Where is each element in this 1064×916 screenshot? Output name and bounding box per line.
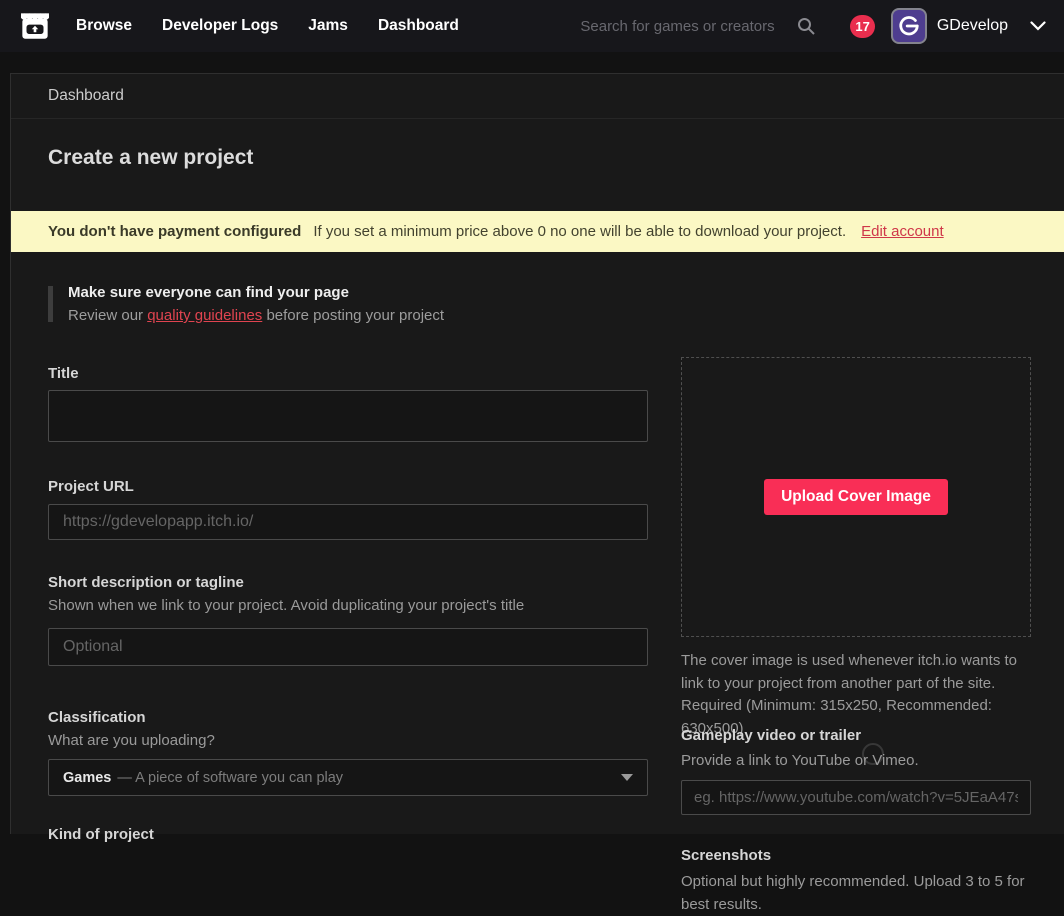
breadcrumb-dashboard[interactable]: Dashboard	[48, 87, 124, 105]
main-container: Dashboard Create a new project You don't…	[10, 73, 1064, 834]
nav-link-jams[interactable]: Jams	[308, 17, 348, 35]
callout-text-before: Review our	[68, 307, 147, 324]
form-left-column: Make sure everyone can find your page Re…	[48, 284, 648, 324]
nav-link-browse[interactable]: Browse	[76, 17, 132, 35]
classification-label: Classification	[48, 709, 146, 726]
classification-help: What are you uploading?	[48, 732, 215, 749]
cursor-ring	[862, 743, 884, 765]
callout-subtitle: Review our quality guidelines before pos…	[68, 307, 648, 324]
chevron-down-icon[interactable]	[1030, 21, 1046, 31]
user-name[interactable]: GDevelop	[937, 17, 1008, 35]
nav-link-developer-logs[interactable]: Developer Logs	[162, 17, 278, 35]
title-label: Title	[48, 365, 79, 382]
itchio-logo-icon[interactable]	[18, 9, 52, 43]
quality-guidelines-link[interactable]: quality guidelines	[147, 307, 262, 324]
payment-warning-banner: You don't have payment configured If you…	[11, 211, 1064, 252]
short-description-label: Short description or tagline	[48, 574, 244, 591]
title-input[interactable]	[48, 390, 648, 442]
short-description-help: Shown when we link to your project. Avoi…	[48, 597, 524, 614]
callout-title: Make sure everyone can find your page	[68, 284, 648, 301]
callout-text-after: before posting your project	[262, 307, 444, 324]
nav-right: 17 GDevelop	[580, 8, 1064, 44]
classification-select[interactable]: Games — A piece of software you can play	[48, 759, 648, 796]
classification-value: Games	[63, 770, 111, 786]
nav-links: Browse Developer Logs Jams Dashboard	[76, 17, 459, 35]
gameplay-video-label: Gameplay video or trailer	[681, 727, 861, 744]
banner-message: If you set a minimum price above 0 no on…	[313, 223, 846, 240]
edit-account-link[interactable]: Edit account	[861, 223, 944, 240]
nav-link-dashboard[interactable]: Dashboard	[378, 17, 459, 35]
user-avatar[interactable]	[891, 8, 927, 44]
banner-bold-text: You don't have payment configured	[48, 223, 301, 240]
search-icon[interactable]	[796, 16, 816, 36]
callout-bar	[48, 286, 53, 322]
search-input[interactable]	[580, 18, 790, 35]
classification-value-description: — A piece of software you can play	[117, 770, 343, 786]
notification-badge[interactable]: 17	[850, 15, 874, 38]
gdevelop-logo-icon	[898, 15, 920, 37]
upload-cover-image-button[interactable]: Upload Cover Image	[764, 479, 948, 515]
select-caret-icon	[621, 774, 633, 781]
project-url-input[interactable]	[48, 504, 648, 540]
gameplay-video-input[interactable]	[681, 780, 1031, 815]
project-url-label: Project URL	[48, 478, 134, 495]
gameplay-video-help: Provide a link to YouTube or Vimeo.	[681, 750, 1031, 773]
kind-of-project-label: Kind of project	[48, 826, 154, 843]
cover-image-dropzone[interactable]: Upload Cover Image	[681, 357, 1031, 637]
screenshots-label: Screenshots	[681, 847, 771, 864]
short-description-input[interactable]	[48, 628, 648, 666]
page-title: Create a new project	[48, 146, 253, 170]
screenshots-help: Optional but highly recommended. Upload …	[681, 871, 1031, 916]
breadcrumb-bar: Dashboard	[11, 74, 1064, 119]
quality-callout: Make sure everyone can find your page Re…	[48, 284, 648, 324]
top-nav: Browse Developer Logs Jams Dashboard 17 …	[0, 0, 1064, 52]
